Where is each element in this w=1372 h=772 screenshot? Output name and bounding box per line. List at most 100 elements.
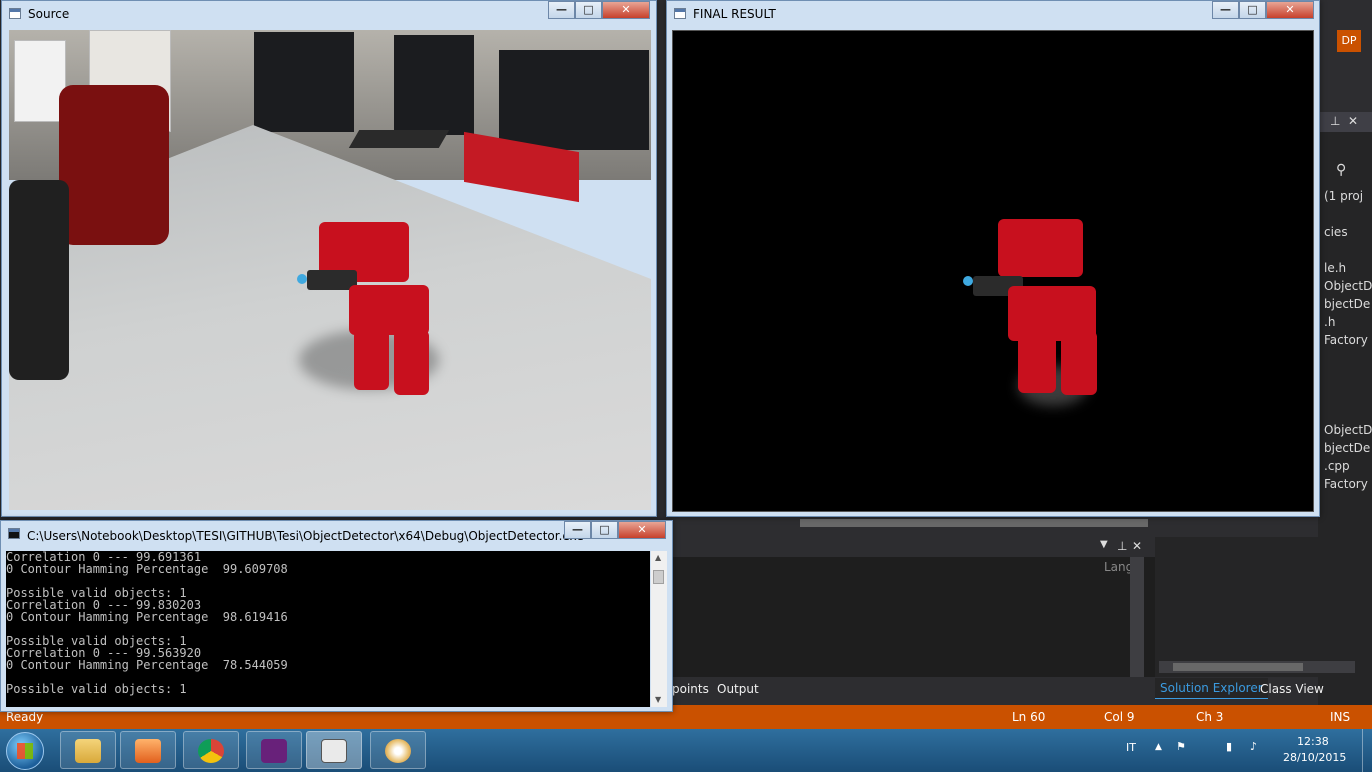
console-line: 0 Contour Hamming Percentage 98.619416	[6, 610, 288, 624]
maximize-button[interactable]: □	[575, 1, 602, 19]
final-result-window[interactable]: FINAL RESULT — □ ✕	[666, 0, 1320, 517]
tab-output[interactable]: Output	[717, 682, 759, 696]
close-icon[interactable]: ✕	[1348, 114, 1358, 128]
status-ch: Ch 3	[1196, 710, 1224, 724]
user-badge[interactable]: DP	[1337, 30, 1361, 52]
windows-explorer-icon	[75, 739, 101, 763]
tab-breakpoints[interactable]: points	[672, 682, 709, 696]
console-line: 0 Contour Hamming Percentage 78.544059	[6, 658, 288, 672]
tree-item[interactable]: .h	[1324, 315, 1335, 329]
console-line: 0 Contour Hamming Percentage 99.609708	[6, 562, 288, 576]
maximize-button[interactable]: □	[1239, 1, 1266, 19]
panel-scrollbar[interactable]	[1130, 557, 1144, 677]
console-icon	[8, 528, 20, 539]
monitor	[254, 32, 354, 132]
close-icon[interactable]: ✕	[1132, 539, 1142, 553]
console-titlebar[interactable]: C:\Users\Notebook\Desktop\TESI\GITHUB\Te…	[1, 521, 672, 547]
console-scrollbar[interactable]: ▲ ▼	[651, 551, 667, 707]
network-icon[interactable]: ▮	[1226, 740, 1232, 753]
windows-logo-icon	[17, 743, 33, 759]
scroll-up-arrow-icon[interactable]: ▲	[655, 553, 661, 562]
tree-pane-header: ⊥ ✕	[1318, 112, 1372, 132]
pin-icon[interactable]: ⊥	[1330, 114, 1340, 128]
tree-item[interactable]: Factory	[1324, 477, 1368, 491]
taskbar-paint[interactable]	[370, 731, 426, 769]
source-camera-image	[9, 30, 651, 510]
final-titlebar[interactable]: FINAL RESULT — □ ✕	[667, 1, 1319, 27]
tree-item[interactable]: le.h	[1324, 261, 1346, 275]
clock-time[interactable]: 12:38	[1297, 735, 1329, 748]
minimize-button[interactable]: —	[564, 521, 591, 539]
scroll-down-arrow-icon[interactable]: ▼	[655, 695, 661, 704]
language-column-header: Lang	[1104, 560, 1134, 574]
window-icon	[674, 8, 686, 19]
scroll-thumb[interactable]	[653, 570, 664, 584]
output-panel-header: ▼ ⊥ ✕	[672, 537, 1158, 557]
paint-icon	[385, 739, 411, 763]
bottom-tabs: points Output Solution Explorer Class Vi…	[672, 678, 1372, 700]
tree-item[interactable]: bjectDe	[1324, 441, 1370, 455]
search-icon[interactable]: ⚲	[1336, 162, 1346, 178]
tree-item[interactable]: ObjectD	[1324, 423, 1372, 437]
chevron-down-icon[interactable]: ▼	[1100, 539, 1108, 550]
robot-leg	[394, 330, 429, 395]
clock-date[interactable]: 28/10/2015	[1283, 751, 1346, 764]
close-button[interactable]: ✕	[1266, 1, 1314, 19]
window-icon	[9, 8, 21, 19]
robot-light	[297, 274, 307, 284]
language-indicator[interactable]: IT	[1126, 741, 1136, 754]
dark-object	[9, 180, 69, 380]
tree-item[interactable]: cies	[1324, 225, 1348, 239]
red-chair	[59, 85, 169, 245]
final-result-image	[672, 30, 1314, 512]
taskbar-chrome[interactable]	[183, 731, 239, 769]
console-output[interactable]: Correlation 0 --- 99.691361 0 Contour Ha…	[6, 551, 650, 707]
taskbar-visual-studio[interactable]	[246, 731, 302, 769]
keyboard	[348, 130, 450, 148]
monitor	[499, 50, 649, 150]
window-title: FINAL RESULT	[693, 7, 776, 21]
robot-head	[998, 219, 1083, 277]
solution-explorer-lower	[1155, 537, 1365, 677]
console-app-icon	[321, 739, 347, 763]
pin-icon[interactable]: ⊥	[1117, 539, 1127, 553]
robot-leg	[1018, 331, 1056, 393]
start-button[interactable]	[6, 732, 44, 770]
source-window[interactable]: Source — □ ✕	[1, 0, 657, 517]
robot-light	[963, 276, 973, 286]
tree-item[interactable]: (1 proj	[1324, 189, 1363, 203]
window-title: Source	[28, 7, 70, 21]
console-window[interactable]: C:\Users\Notebook\Desktop\TESI\GITHUB\Te…	[0, 520, 673, 712]
tab-solution-explorer[interactable]: Solution Explorer	[1155, 678, 1268, 699]
minimize-button[interactable]: —	[548, 1, 575, 19]
show-desktop-button[interactable]	[1362, 729, 1372, 772]
maximize-button[interactable]: □	[591, 521, 618, 539]
taskbar-explorer[interactable]	[60, 731, 116, 769]
status-ready: Ready	[6, 710, 44, 724]
tree-item[interactable]: ObjectD	[1324, 279, 1372, 293]
tree-item[interactable]: bjectDe	[1324, 297, 1370, 311]
horizontal-scrollbar[interactable]	[800, 519, 1148, 527]
window-title: C:\Users\Notebook\Desktop\TESI\GITHUB\Te…	[27, 529, 584, 543]
tab-class-view[interactable]: Class View	[1260, 682, 1324, 696]
solution-hscroll[interactable]	[1159, 661, 1355, 673]
console-line: Possible valid objects: 1	[6, 682, 187, 696]
close-button[interactable]: ✕	[602, 1, 650, 19]
minimize-button[interactable]: —	[1212, 1, 1239, 19]
taskbar: IT ▲ ⚑ ▮ ♪ 12:38 28/10/2015	[0, 729, 1372, 772]
taskbar-console-app[interactable]	[306, 731, 362, 769]
status-line: Ln 60	[1012, 710, 1046, 724]
close-button[interactable]: ✕	[618, 521, 666, 539]
show-hidden-icons-icon[interactable]: ▲	[1155, 742, 1162, 752]
tree-item[interactable]: Factory	[1324, 333, 1368, 347]
robot-body	[349, 285, 429, 335]
tree-item[interactable]: .cpp	[1324, 459, 1350, 473]
visual-studio-icon	[261, 739, 287, 763]
source-titlebar[interactable]: Source — □ ✕	[2, 1, 656, 27]
flag-icon[interactable]: ⚑	[1176, 740, 1186, 753]
taskbar-media-player[interactable]	[120, 731, 176, 769]
chrome-icon	[198, 739, 224, 763]
media-player-icon	[135, 739, 161, 763]
volume-icon[interactable]: ♪	[1250, 740, 1257, 753]
monitor	[394, 35, 474, 135]
